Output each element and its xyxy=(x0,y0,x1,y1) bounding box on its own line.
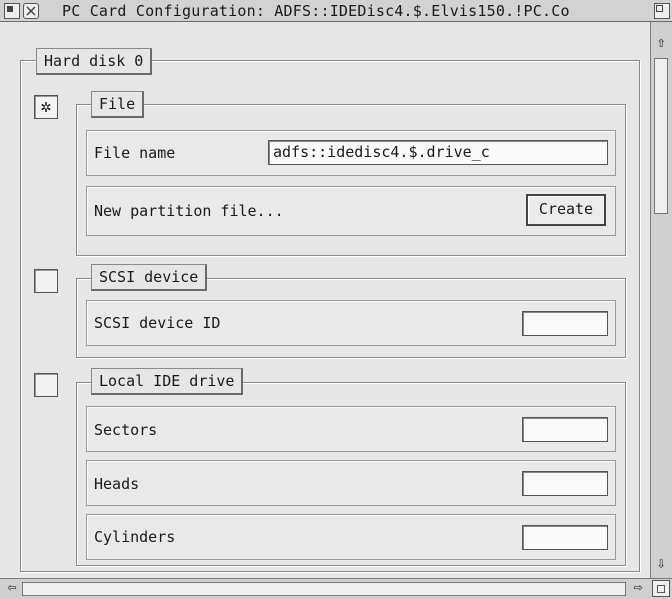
close-icon[interactable] xyxy=(23,3,39,19)
scsi-id-input[interactable] xyxy=(522,311,608,336)
title-bar[interactable]: PC Card Configuration: ADFS::IDEDisc4.$.… xyxy=(0,0,672,22)
sectors-label: Sectors xyxy=(94,421,158,439)
ide-checkbox[interactable] xyxy=(34,373,58,397)
hard-disk-label: Hard disk 0 xyxy=(36,48,153,75)
cylinders-input[interactable] xyxy=(522,525,608,550)
horizontal-scroll-thumb[interactable] xyxy=(22,582,626,596)
file-label: File xyxy=(91,91,145,118)
vertical-scroll-thumb[interactable] xyxy=(654,58,668,214)
right-arrow-icon[interactable]: ⇨ xyxy=(628,580,648,595)
file-name-label: File name xyxy=(94,144,176,162)
heads-input[interactable] xyxy=(522,471,608,496)
scsi-label: SCSI device xyxy=(91,264,208,291)
up-arrow-icon[interactable]: ⇧ xyxy=(651,35,671,50)
new-partition-label: New partition file... xyxy=(94,202,284,220)
down-arrow-icon[interactable]: ⇩ xyxy=(651,556,671,571)
ide-label: Local IDE drive xyxy=(91,368,244,395)
file-checkbox[interactable]: ✲ xyxy=(34,95,58,119)
resize-icon[interactable] xyxy=(652,580,670,597)
heads-label: Heads xyxy=(94,475,140,493)
create-button[interactable]: Create xyxy=(526,194,606,226)
sectors-input[interactable] xyxy=(522,417,608,442)
toggle-size-icon[interactable] xyxy=(654,3,670,19)
window-title[interactable]: PC Card Configuration: ADFS::IDEDisc4.$.… xyxy=(62,0,652,22)
scsi-id-label: SCSI device ID xyxy=(94,314,221,332)
scsi-checkbox[interactable] xyxy=(34,269,58,293)
left-arrow-icon[interactable]: ⇦ xyxy=(2,580,22,595)
back-icon[interactable] xyxy=(4,3,20,19)
file-name-input[interactable]: adfs::idedisc4.$.drive_c xyxy=(268,140,608,165)
cylinders-label: Cylinders xyxy=(94,528,176,546)
